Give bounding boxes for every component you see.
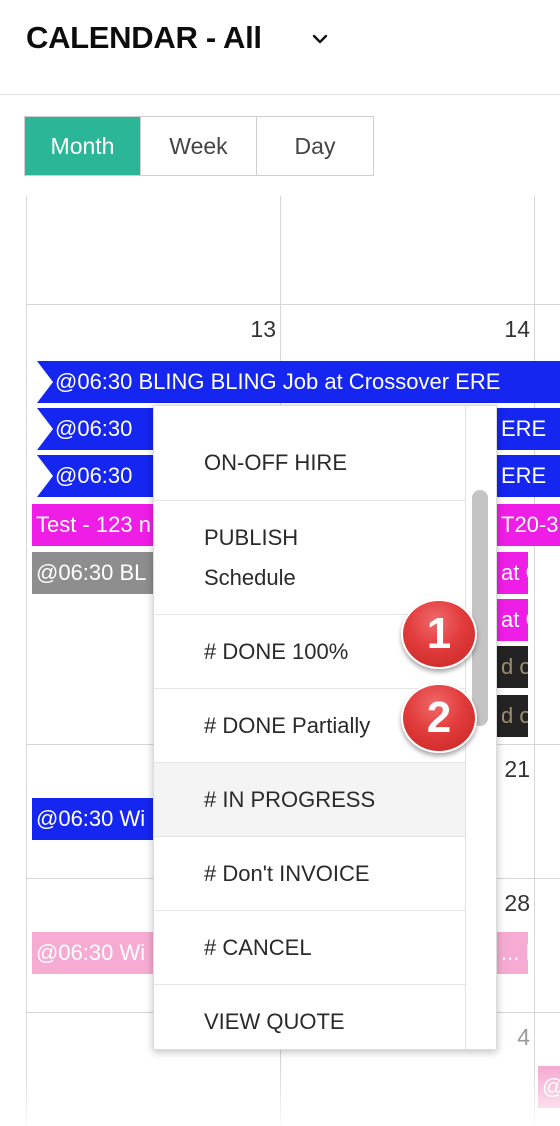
menu-item-view-quote[interactable]: VIEW QUOTE [154,985,466,1049]
calendar-event[interactable]: @ [538,1066,560,1108]
app-header: CALENDAR - All [0,0,560,95]
calendar-event[interactable]: ERE [497,408,560,450]
menu-scrollbar-thumb[interactable] [472,490,488,726]
step-badge-2: 2 [401,683,477,753]
calendar-event[interactable]: Test - 123 n [32,504,153,546]
calendar-event[interactable]: @06:30 [37,408,153,450]
calendar-event[interactable]: d o [497,695,528,737]
menu-item-label: PUBLISH Schedule [204,518,298,598]
tab-month[interactable]: Month [25,117,141,175]
tab-week[interactable]: Week [141,117,257,175]
menu-item-dont-invoice[interactable]: # Don't INVOICE [154,837,466,911]
calendar-event[interactable]: @06:30 Wi [32,798,153,840]
calendar-event[interactable]: at C [497,599,528,641]
calendar-event[interactable]: T20-3 [497,504,560,546]
day-number[interactable]: 14 [480,316,530,343]
calendar-event[interactable]: d o [497,646,528,688]
menu-item-label: # IN PROGRESS [204,786,376,812]
tab-day[interactable]: Day [257,117,373,175]
menu-item-label: # CANCEL [204,934,312,960]
chevron-down-icon[interactable] [311,32,329,46]
page-title[interactable]: CALENDAR - All [26,20,262,56]
menu-item-on-off-hire[interactable]: ON-OFF HIRE [154,426,466,501]
menu-item-label: ON-OFF HIRE [204,450,347,475]
grid-row-divider [26,304,560,305]
calendar-event[interactable]: @06:30 BL [32,552,153,594]
menu-item-label: # DONE 100% [204,638,349,664]
menu-item-publish-schedule[interactable]: PUBLISH Schedule [154,501,466,615]
calendar-event[interactable]: ... E [497,932,528,974]
menu-item-label-line: PUBLISH [204,524,299,550]
menu-item-cancel[interactable]: # CANCEL [154,911,466,985]
calendar-event[interactable]: @06:30 Wi [32,932,153,974]
calendar-event[interactable]: @06:30 BLING BLING Job at Crossover ERE [37,361,560,403]
menu-item-label-line: Schedule [204,564,296,590]
step-badge-1: 1 [401,599,477,669]
view-toggle: Month Week Day [24,116,374,176]
menu-item-label: VIEW QUOTE [204,1009,345,1034]
grid-column-divider [534,196,535,1126]
menu-item-label: # Don't INVOICE [204,860,370,886]
calendar-event[interactable]: ERE [497,455,560,497]
grid-column-divider [26,196,27,1126]
menu-item-in-progress[interactable]: # IN PROGRESS [154,763,466,837]
menu-item-label: # DONE Partially [204,712,371,738]
calendar-event[interactable]: at C [497,552,528,594]
calendar-event[interactable]: @06:30 [37,455,153,497]
day-number[interactable]: 13 [226,316,276,343]
